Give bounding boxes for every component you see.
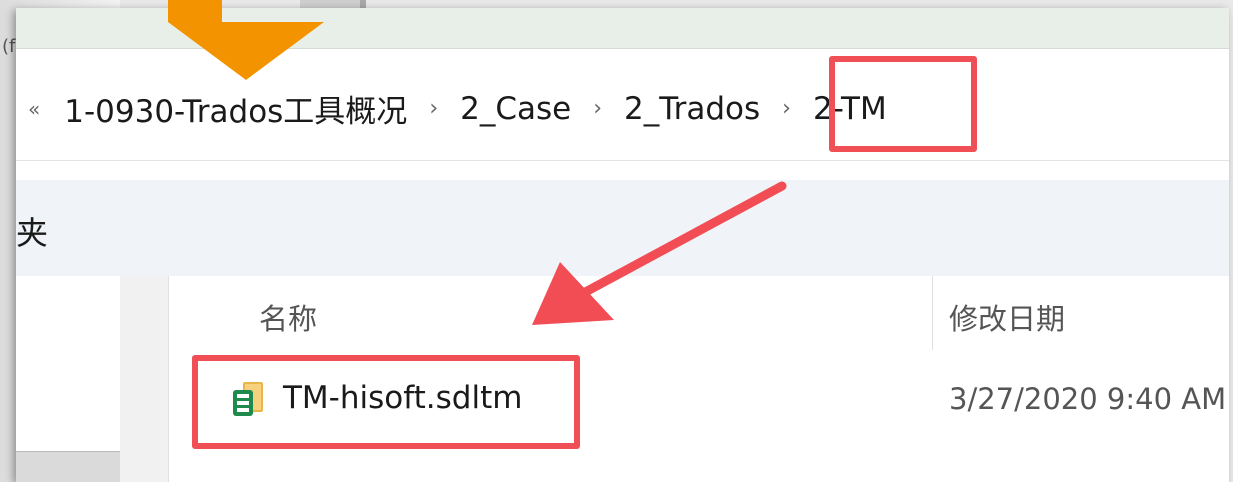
breadcrumb-separator-icon[interactable]: › xyxy=(782,96,791,121)
breadcrumb-item-2-trados[interactable]: 2_Trados xyxy=(624,91,760,127)
ribbon: 夹 xyxy=(16,180,1229,276)
breadcrumb-separator-icon[interactable]: › xyxy=(429,96,438,121)
breadcrumb-overflow-button[interactable]: « xyxy=(28,97,40,121)
background-text: (f xyxy=(2,36,16,57)
pane-splitter[interactable] xyxy=(120,276,169,482)
column-header-date-modified[interactable]: 修改日期 xyxy=(949,296,1065,338)
highlight-box-current-folder xyxy=(829,56,977,152)
breadcrumb-separator-icon[interactable]: › xyxy=(593,96,602,121)
breadcrumb-item-2-case[interactable]: 2_Case xyxy=(460,91,571,127)
ribbon-title: 夹 xyxy=(16,214,49,252)
file-date-modified: 3/27/2020 9:40 AM xyxy=(949,382,1227,416)
column-divider[interactable] xyxy=(932,276,933,350)
breadcrumb-item-1-0930-trados[interactable]: 1-0930-Trados工具概况 xyxy=(64,86,407,131)
highlight-box-file xyxy=(192,355,580,449)
address-bar[interactable]: « 1-0930-Trados工具概况 › 2_Case › 2_Trados … xyxy=(16,62,1229,161)
navigation-pane-item[interactable] xyxy=(16,451,120,482)
column-header-name[interactable]: 名称 xyxy=(259,296,317,338)
breadcrumb: « 1-0930-Trados工具概况 › 2_Case › 2_Trados … xyxy=(28,86,887,131)
navigation-pane[interactable] xyxy=(16,276,121,482)
title-bar xyxy=(16,8,1229,49)
